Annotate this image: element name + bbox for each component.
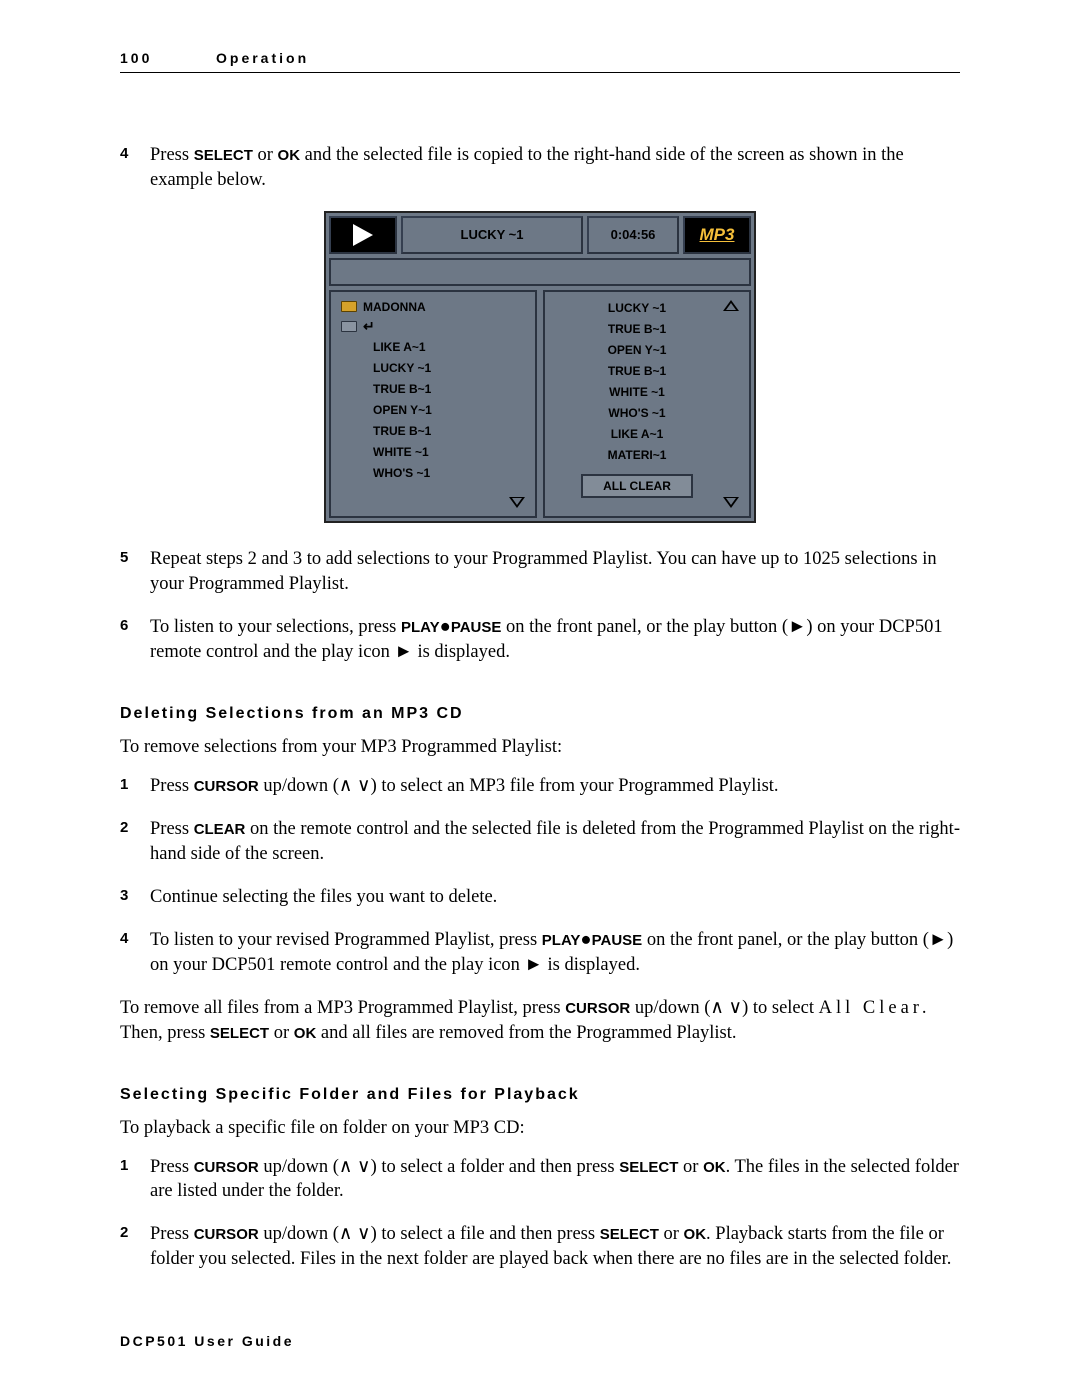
list-item: OPEN Y~1 — [337, 400, 509, 421]
device-screenshot: LUCKY ~1 0:04:56 MP3 MADONNA ↵ LIKE A~1L… — [324, 211, 756, 523]
folder-open-icon — [341, 321, 357, 332]
step: 4To listen to your revised Programmed Pl… — [120, 928, 960, 978]
spacer-bar — [329, 258, 751, 286]
playlist-panel: LUCKY ~1TRUE B~1OPEN Y~1TRUE B~1WHITE ~1… — [543, 290, 751, 518]
section-name: Operation — [216, 50, 309, 66]
list-item: OPEN Y~1 — [551, 340, 723, 361]
step-body: Press CURSOR up/down (∧ ∨) to select a f… — [150, 1222, 960, 1272]
step: 1Press CURSOR up/down (∧ ∨) to select an… — [120, 774, 960, 799]
step-body: To listen to your selections, press PLAY… — [150, 615, 960, 665]
section-heading: Selecting Specific Folder and Files for … — [120, 1086, 960, 1104]
step: 2Press CLEAR on the remote control and t… — [120, 817, 960, 867]
footer: DCP501 User Guide — [120, 1333, 294, 1349]
list-item: WHO'S ~1 — [551, 403, 723, 424]
paragraph: To playback a specific file on folder on… — [120, 1116, 960, 1141]
section-heading: Deleting Selections from an MP3 CD — [120, 705, 960, 723]
step-body: Press CURSOR up/down (∧ ∨) to select an … — [150, 774, 960, 799]
step-number: 2 — [120, 817, 150, 867]
step-body: Repeat steps 2 and 3 to add selections t… — [150, 547, 960, 597]
list-item: TRUE B~1 — [337, 421, 509, 442]
step-number: 6 — [120, 615, 150, 665]
list-item: WHITE ~1 — [551, 382, 723, 403]
step-body: Press SELECT or OK and the selected file… — [150, 143, 960, 193]
folder-panel: MADONNA ↵ LIKE A~1LUCKY ~1TRUE B~1OPEN Y… — [329, 290, 537, 518]
step-number: 1 — [120, 1155, 150, 1205]
back-row: ↵ — [337, 316, 509, 337]
step-number: 3 — [120, 885, 150, 910]
all-clear-button: ALL CLEAR — [581, 474, 693, 498]
list-item: LIKE A~1 — [551, 424, 723, 445]
step: 3Continue selecting the files you want t… — [120, 885, 960, 910]
paragraph: To remove all files from a MP3 Programme… — [120, 996, 960, 1046]
step-number: 2 — [120, 1222, 150, 1272]
list-item: TRUE B~1 — [551, 319, 723, 340]
folder-row: MADONNA — [337, 298, 509, 316]
list-item: MATERI~1 — [551, 445, 723, 466]
step-body: Continue selecting the files you want to… — [150, 885, 960, 910]
step-number: 4 — [120, 928, 150, 978]
chevron-down-icon — [509, 497, 525, 508]
step: 2Press CURSOR up/down (∧ ∨) to select a … — [120, 1222, 960, 1272]
step-number: 1 — [120, 774, 150, 799]
step: 4Press SELECT or OK and the selected fil… — [120, 143, 960, 193]
list-item: LUCKY ~1 — [337, 358, 509, 379]
time-display: 0:04:56 — [587, 216, 679, 254]
step-body: To listen to your revised Programmed Pla… — [150, 928, 960, 978]
list-item: LUCKY ~1 — [551, 298, 723, 319]
page-number: 100 — [120, 50, 216, 66]
page-header: 100 Operation — [120, 50, 960, 73]
step-number: 4 — [120, 143, 150, 193]
left-scroll — [509, 298, 529, 510]
list-item: WHITE ~1 — [337, 442, 509, 463]
folder-label: MADONNA — [363, 300, 426, 314]
list-item: TRUE B~1 — [337, 379, 509, 400]
step: 5Repeat steps 2 and 3 to add selections … — [120, 547, 960, 597]
chevron-up-icon — [723, 300, 739, 311]
back-arrow-icon: ↵ — [363, 318, 375, 335]
list-item: LIKE A~1 — [337, 337, 509, 358]
chevron-down-icon — [723, 497, 739, 508]
paragraph: To remove selections from your MP3 Progr… — [120, 735, 960, 760]
step-body: Press CURSOR up/down (∧ ∨) to select a f… — [150, 1155, 960, 1205]
step-body: Press CLEAR on the remote control and th… — [150, 817, 960, 867]
play-icon — [329, 216, 397, 254]
now-playing-title: LUCKY ~1 — [401, 216, 583, 254]
step-number: 5 — [120, 547, 150, 597]
list-item: TRUE B~1 — [551, 361, 723, 382]
step: 1Press CURSOR up/down (∧ ∨) to select a … — [120, 1155, 960, 1205]
right-scroll — [723, 298, 743, 510]
step: 6To listen to your selections, press PLA… — [120, 615, 960, 665]
list-item: WHO'S ~1 — [337, 463, 509, 484]
mp3-logo: MP3 — [683, 216, 751, 254]
folder-icon — [341, 301, 357, 312]
